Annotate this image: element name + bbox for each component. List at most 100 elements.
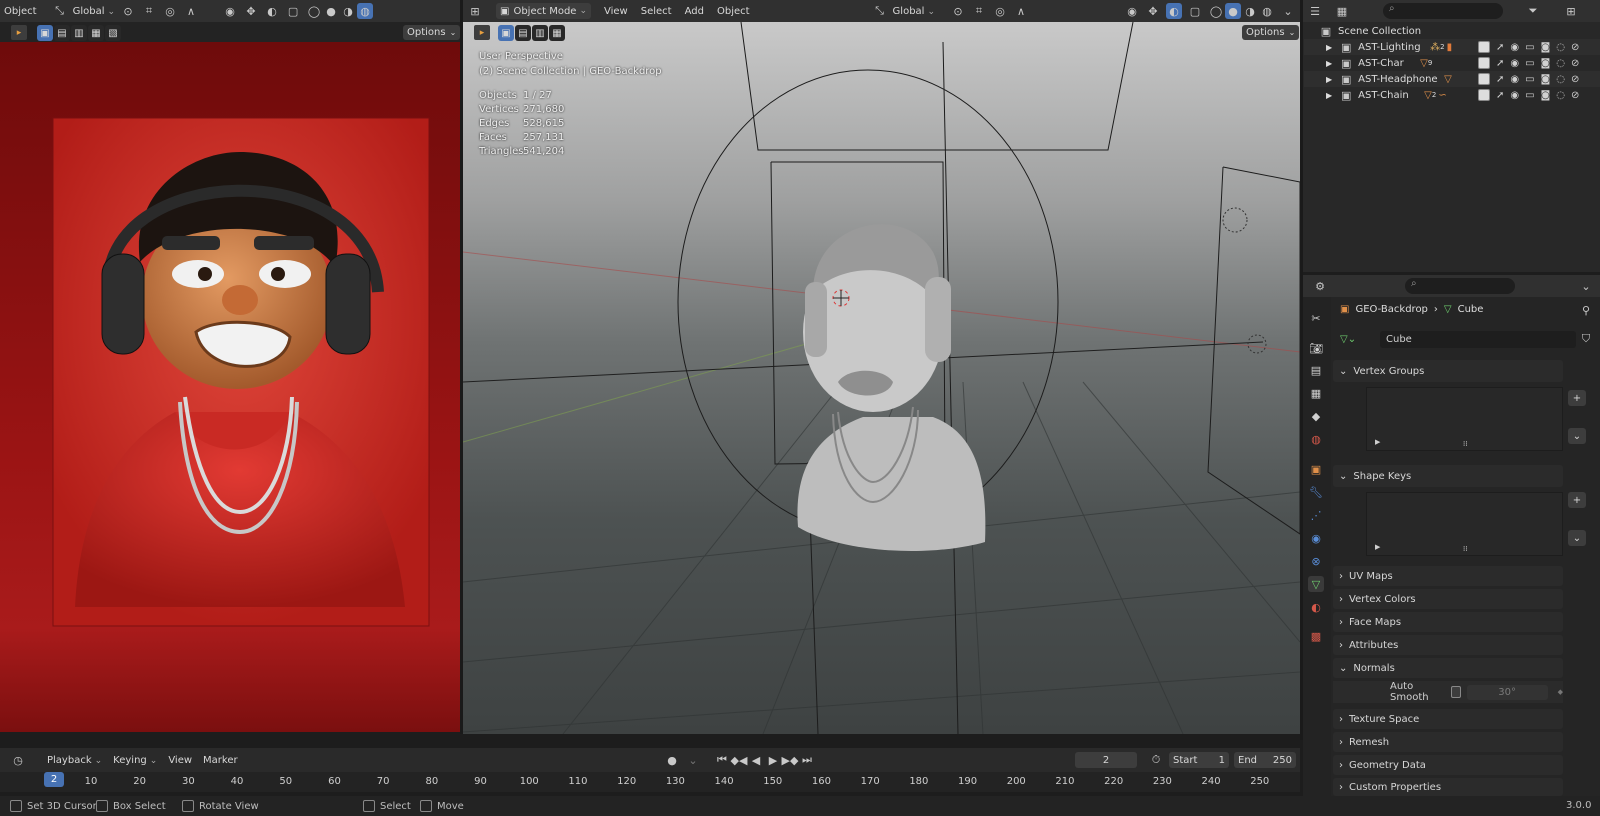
scene-collection-row[interactable]: ▣ Scene Collection (1304, 23, 1600, 39)
menu-view[interactable]: View (604, 6, 628, 17)
camera-icon[interactable]: ◙ (1541, 58, 1551, 69)
vp-visibility-icon[interactable]: ◉ (1124, 3, 1140, 19)
play-icon[interactable]: ▶ (765, 752, 781, 768)
texture-tab-icon[interactable]: ▩ (1308, 628, 1324, 644)
monitor-icon[interactable]: ▭ (1525, 58, 1534, 69)
tool-tab-icon[interactable]: ✂ (1308, 310, 1324, 326)
add-shape-key-button[interactable]: + (1568, 492, 1586, 508)
select-arrow-icon[interactable]: ➚ (1496, 42, 1504, 53)
scene-tab-icon[interactable]: ◆ (1308, 408, 1324, 424)
playhead-indicator[interactable]: 2 (44, 772, 64, 787)
expand-arrow-icon[interactable]: ▶ (1326, 43, 1332, 52)
vertex-group-specials-button[interactable]: ⌄ (1568, 428, 1586, 444)
modifier-tab-icon[interactable]: 🔧︎ (1308, 484, 1324, 500)
select-extend-icon[interactable]: ▤ (54, 25, 70, 41)
panel-normals[interactable]: ⌄ Normals (1333, 658, 1563, 678)
jump-end-icon[interactable]: ⏭ (799, 752, 815, 768)
properties-options-icon[interactable]: ⌄ (1578, 278, 1594, 294)
eye-icon[interactable]: ◉ (1510, 58, 1519, 69)
pin-icon[interactable]: ⚲ (1578, 302, 1594, 318)
menu-keying[interactable]: Keying (113, 755, 157, 766)
expand-arrow-icon[interactable]: ▶ (1326, 59, 1332, 68)
panel-attributes[interactable]: › Attributes (1333, 635, 1563, 655)
outliner-filter-icon[interactable]: ⏷ (1525, 3, 1541, 19)
vp-overlay-icon[interactable]: ◐ (1166, 3, 1182, 19)
vp-select-new-icon[interactable]: ▣ (498, 25, 514, 41)
panel-shape-keys[interactable]: ⌄ Shape Keys (1333, 465, 1563, 487)
panel-custom-properties[interactable]: › Custom Properties (1333, 778, 1563, 796)
left-mode-label[interactable]: Object (4, 6, 37, 17)
panel-geometry-data[interactable]: › Geometry Data (1333, 755, 1563, 775)
add-vertex-group-button[interactable]: + (1568, 390, 1586, 406)
holdout-icon[interactable]: ◌ (1556, 58, 1565, 69)
list-resize-handle-icon[interactable]: ⁞⁞ (1463, 545, 1467, 553)
falloff-icon[interactable]: ∧ (183, 3, 199, 19)
vp-proportional-icon[interactable]: ◎ (992, 3, 1008, 19)
menu-playback[interactable]: Playback (47, 755, 102, 766)
mesh-datablock-selector[interactable]: ▽⌄ (1340, 331, 1363, 348)
holdout-icon[interactable]: ◌ (1556, 74, 1565, 85)
vp-solid-icon[interactable]: ● (1225, 3, 1241, 19)
output-tab-icon[interactable]: ▤ (1308, 362, 1324, 378)
camera-icon[interactable]: ◙ (1541, 90, 1551, 101)
end-frame-field[interactable]: End 250 (1234, 752, 1296, 768)
fake-user-icon[interactable]: ⛉ (1578, 331, 1594, 347)
object-tab-icon[interactable]: ▣ (1308, 461, 1324, 477)
vp-snap-icon[interactable]: ⌗ (971, 3, 987, 19)
jump-start-icon[interactable]: ⏮ (714, 752, 730, 768)
vp-tool-select-icon[interactable]: ▸ (474, 25, 490, 40)
menu-object[interactable]: Object (717, 6, 750, 17)
proportional-edit-icon[interactable]: ◎ (162, 3, 178, 19)
monitor-icon[interactable]: ▭ (1525, 90, 1534, 101)
list-expand-icon[interactable]: ▶ (1375, 543, 1380, 551)
keying-options-icon[interactable]: ⌄ (685, 752, 701, 768)
visibility-icon[interactable]: ◉ (222, 3, 238, 19)
panel-vertex-groups[interactable]: ⌄ Vertex Groups (1333, 360, 1563, 382)
properties-search-field[interactable]: ⌕ (1405, 278, 1515, 294)
vp-select-invert-icon[interactable]: ▦ (549, 25, 565, 41)
outliner-editor-type-icon[interactable]: ☰ (1307, 3, 1323, 19)
vp-xray-icon[interactable]: ▢ (1187, 3, 1203, 19)
auto-smooth-checkbox[interactable] (1450, 686, 1461, 698)
vp-material-icon[interactable]: ◑ (1242, 3, 1258, 19)
menu-marker[interactable]: Marker (203, 755, 238, 766)
vertex-groups-list[interactable]: ▶ ⁞⁞ (1366, 387, 1563, 451)
solid-shading-icon[interactable]: ● (323, 3, 339, 19)
overlay-icon[interactable]: ◐ (264, 3, 280, 19)
outliner-new-collection-icon[interactable]: ⊞ (1563, 3, 1579, 19)
vp-select-extend-icon[interactable]: ▤ (515, 25, 531, 41)
panel-uv-maps[interactable]: › UV Maps (1333, 566, 1563, 586)
wireframe-shading-icon[interactable]: ◯ (306, 3, 322, 19)
mesh-data-tab-icon[interactable]: ▽ (1308, 576, 1324, 592)
left-tool-select-icon[interactable]: ▸ (11, 25, 27, 40)
jump-keyframe-forward-icon[interactable]: ▶◆ (782, 752, 799, 768)
include-checkbox[interactable] (1478, 73, 1490, 85)
rendered-shading-icon[interactable]: ◍ (357, 3, 374, 19)
outliner-search-field[interactable]: ⌕ (1383, 3, 1503, 19)
current-frame-field[interactable]: 2 (1075, 752, 1137, 768)
vp-shading-options-icon[interactable]: ⌄ (1280, 3, 1296, 19)
material-shading-icon[interactable]: ◑ (340, 3, 356, 19)
xray-icon[interactable]: ▢ (285, 3, 301, 19)
shape-keys-list[interactable]: ▶ ⁞⁞ (1366, 492, 1563, 556)
mesh-name-field[interactable]: Cube (1380, 331, 1576, 348)
panel-vertex-colors[interactable]: › Vertex Colors (1333, 589, 1563, 609)
panel-remesh[interactable]: › Remesh (1333, 732, 1563, 752)
left-options-dropdown[interactable]: Options ⌄ (403, 25, 461, 40)
vp-orientation-icon[interactable]: ⤡ (872, 3, 888, 19)
holdout-icon[interactable]: ◌ (1556, 42, 1565, 53)
menu-select[interactable]: Select (641, 6, 672, 17)
select-intersect-icon[interactable]: ▧ (105, 25, 121, 41)
pivot-icon[interactable]: ⊙ (120, 3, 136, 19)
auto-smooth-angle-field[interactable]: 30° (1466, 684, 1548, 700)
vp-options-dropdown[interactable]: Options ⌄ (1242, 25, 1300, 40)
indirect-icon[interactable]: ⊘ (1571, 42, 1579, 53)
include-checkbox[interactable] (1478, 89, 1490, 101)
eye-icon[interactable]: ◉ (1510, 74, 1519, 85)
holdout-icon[interactable]: ◌ (1556, 90, 1565, 101)
transform-orientation-icon[interactable]: ⤡ (52, 3, 68, 19)
shape-key-specials-button[interactable]: ⌄ (1568, 530, 1586, 546)
constraints-tab-icon[interactable]: ⊗ (1308, 553, 1324, 569)
particles-tab-icon[interactable]: ⋰ (1308, 507, 1324, 523)
animate-property-icon[interactable]: ◆ (1558, 688, 1563, 696)
